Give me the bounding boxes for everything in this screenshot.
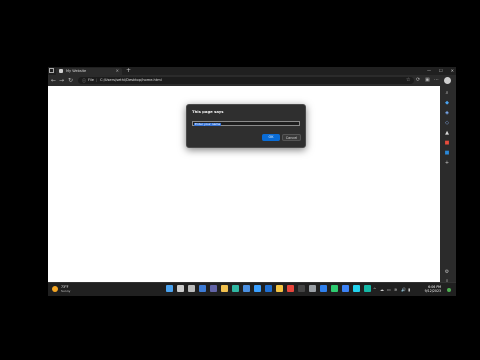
page-content: This page says Enter your name OK Cancel — [48, 86, 440, 295]
add-icon[interactable]: + — [444, 160, 450, 166]
favorite-star-icon[interactable]: ☆ — [406, 76, 410, 85]
weather-condition: Sunny — [61, 289, 71, 293]
screen: My Website × + — ☐ ✕ ← → ↻ ⓘ File | C:/U… — [48, 67, 456, 295]
app-green-icon[interactable] — [331, 285, 338, 292]
prompt-dialog: This page says Enter your name OK Cancel — [186, 104, 306, 148]
app-cyan-icon[interactable] — [353, 285, 360, 292]
refresh-split-icon[interactable]: ⟳ — [416, 76, 420, 85]
toolbar: ← → ↻ ⓘ File | C:/Users/sethi/Desktop/ho… — [48, 75, 456, 86]
tools-icon[interactable]: ◇ — [444, 120, 450, 126]
widgets-icon[interactable] — [199, 285, 206, 292]
dialog-heading: This page says — [192, 109, 224, 114]
copilot-icon[interactable]: ◆ — [444, 100, 450, 106]
search-icon[interactable]: ⌕ — [444, 90, 450, 96]
back-icon[interactable]: ← — [51, 76, 56, 85]
title-bar: My Website × + — ☐ ✕ — [48, 67, 456, 75]
new-tab-button[interactable]: + — [126, 67, 131, 75]
office-icon[interactable]: ■ — [444, 140, 450, 146]
onedrive-icon[interactable]: ☁ — [380, 287, 384, 292]
address-separator: | — [96, 78, 98, 82]
prompt-input-value[interactable]: Enter your name — [194, 122, 222, 126]
store-icon[interactable] — [243, 285, 250, 292]
page-favicon-icon — [59, 69, 63, 73]
app-blue-icon[interactable] — [342, 285, 349, 292]
mail-icon[interactable] — [265, 285, 272, 292]
clock[interactable]: 6:06 PM 9/12/2023 — [425, 285, 441, 293]
edge-sidebar: ⌕◆◈◇▲■■+⚙▯ — [440, 86, 456, 295]
photos-icon[interactable] — [254, 285, 261, 292]
battery-icon[interactable]: ▮ — [408, 287, 410, 292]
chrome-icon[interactable] — [287, 285, 294, 292]
address-scheme: File — [88, 78, 95, 82]
tab-title: My Website — [66, 69, 87, 73]
taskbar: 73°F Sunny ^ ☁ ▭ ≋ 🔊 ▮ 6:06 PM 9/12/2023 — [48, 282, 456, 296]
minimize-button[interactable]: — — [427, 67, 431, 75]
prompt-input[interactable]: Enter your name — [192, 121, 300, 126]
tab-actions-icon[interactable] — [49, 68, 54, 73]
profile-avatar[interactable] — [444, 77, 451, 84]
start-icon[interactable] — [166, 285, 173, 292]
tab-my-website[interactable]: My Website × — [56, 68, 122, 75]
volume-icon[interactable]: 🔊 — [401, 287, 406, 292]
close-window-button[interactable]: ✕ — [451, 67, 454, 75]
address-bar[interactable]: ⓘ File | C:/Users/sethi/Desktop/home.htm… — [78, 77, 414, 84]
cancel-button[interactable]: Cancel — [282, 134, 301, 141]
address-url[interactable]: C:/Users/sethi/Desktop/home.html — [100, 77, 162, 84]
forward-icon[interactable]: → — [59, 76, 64, 85]
shopping-icon[interactable]: ◈ — [444, 110, 450, 116]
ok-button[interactable]: OK — [262, 134, 280, 141]
collections-icon[interactable]: ▣ — [425, 76, 430, 85]
sun-icon — [52, 286, 58, 292]
code-icon[interactable] — [320, 285, 327, 292]
display-icon[interactable]: ▭ — [387, 287, 391, 292]
more-menu-icon[interactable]: ⋯ — [434, 76, 439, 85]
window-controls: — ☐ ✕ — [427, 67, 454, 75]
site-info-icon[interactable]: ⓘ — [82, 77, 86, 84]
folder-icon[interactable] — [276, 285, 283, 292]
file-explorer-icon[interactable] — [221, 285, 228, 292]
edge-icon[interactable] — [232, 285, 239, 292]
tray-chevron-icon[interactable]: ^ — [373, 287, 376, 292]
search-icon[interactable] — [177, 285, 184, 292]
outlook-icon[interactable]: ■ — [444, 150, 450, 156]
app-teal-icon[interactable] — [364, 285, 371, 292]
taskbar-apps — [166, 285, 371, 294]
settings-gear-icon[interactable]: ⚙ — [444, 269, 450, 275]
refresh-icon[interactable]: ↻ — [68, 76, 73, 85]
wifi-icon[interactable]: ≋ — [394, 287, 397, 292]
clock-date: 9/12/2023 — [424, 289, 441, 293]
task-view-icon[interactable] — [188, 285, 195, 292]
settings-icon[interactable] — [309, 285, 316, 292]
chat-icon[interactable] — [210, 285, 217, 292]
maximize-button[interactable]: ☐ — [439, 67, 443, 75]
tab-close-icon[interactable]: × — [116, 68, 119, 74]
system-tray: ^ ☁ ▭ ≋ 🔊 ▮ 6:06 PM 9/12/2023 — [373, 284, 453, 295]
notification-icon[interactable] — [447, 288, 451, 292]
terminal-icon[interactable] — [298, 285, 305, 292]
games-icon[interactable]: ▲ — [444, 130, 450, 136]
